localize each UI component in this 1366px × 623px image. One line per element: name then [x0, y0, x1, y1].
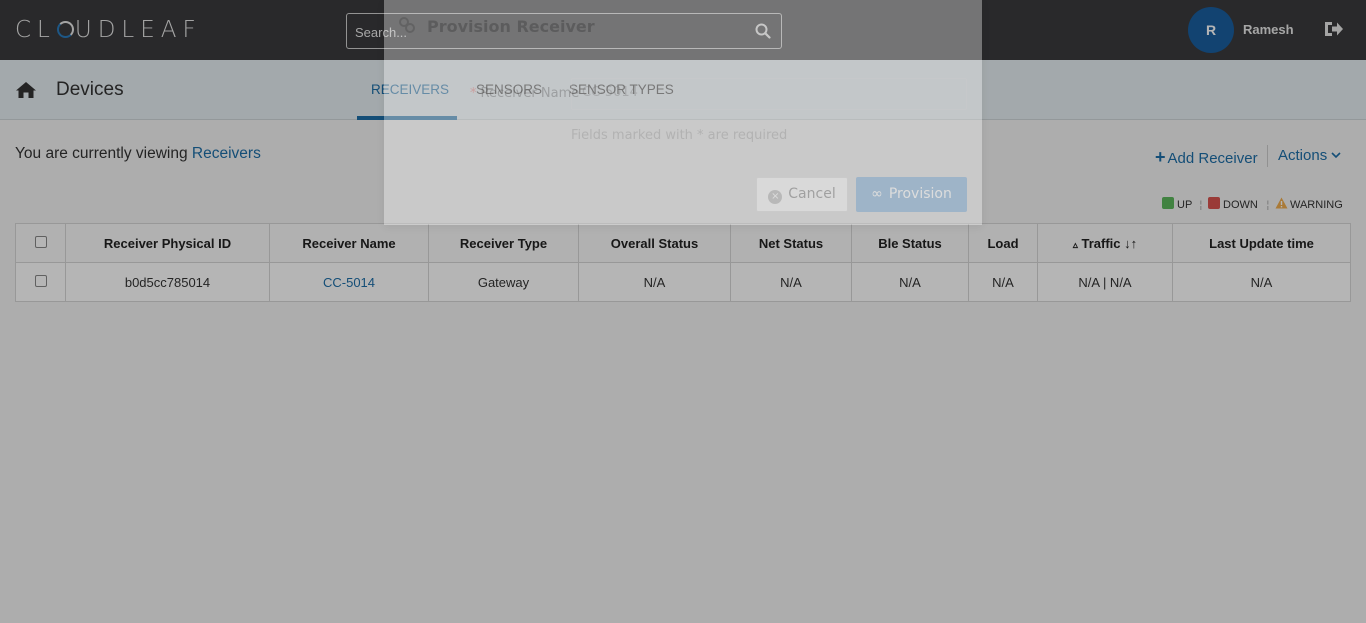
cancel-circle-icon: × — [768, 190, 783, 204]
receiver-name-field[interactable]: CC-5014 — [571, 78, 967, 110]
provision-label: Provision — [888, 186, 952, 202]
provision-button[interactable]: ∞ Provision — [856, 177, 967, 212]
cancel-label: Cancel — [788, 186, 836, 202]
receiver-name-field-label: * Receiver Name — [470, 86, 580, 101]
link-icon — [399, 17, 415, 33]
cancel-button[interactable]: × Cancel — [756, 177, 848, 212]
modal-title: Provision Receiver — [427, 17, 595, 36]
link-icon: ∞ — [871, 186, 883, 202]
field-label-text: Receiver Name — [480, 86, 580, 101]
required-note: Fields marked with * are required — [571, 128, 788, 143]
